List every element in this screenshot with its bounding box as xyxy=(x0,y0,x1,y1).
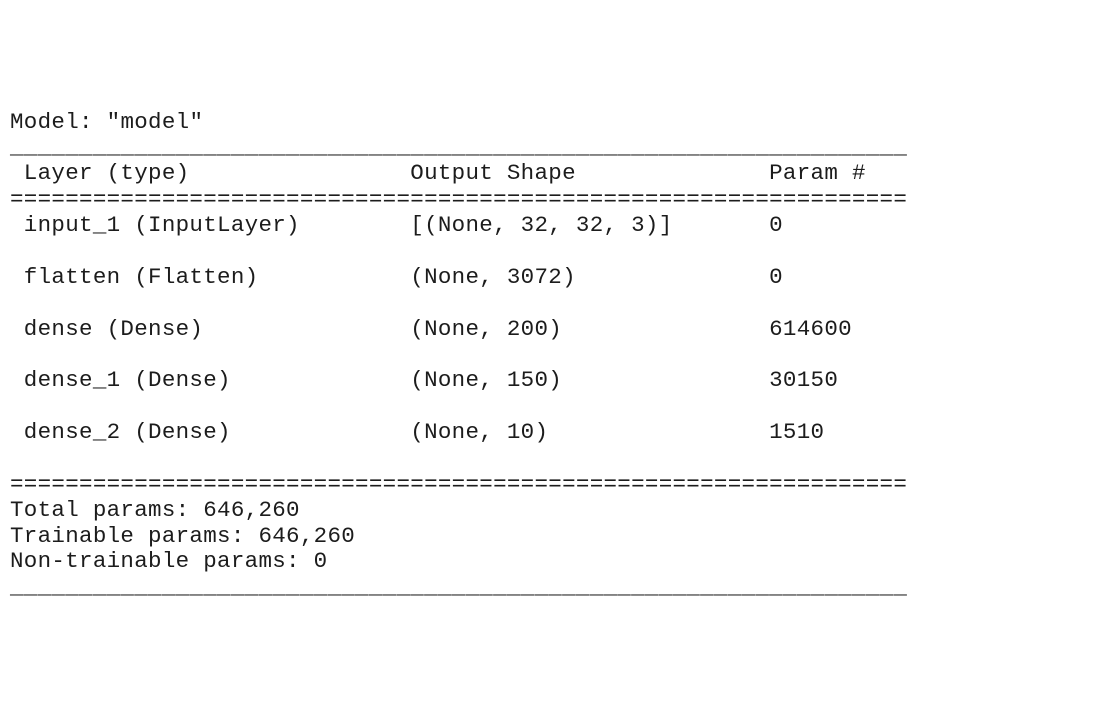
cell-layer: dense (Dense) xyxy=(10,316,410,342)
total-params-value: 646,260 xyxy=(203,497,300,523)
table-row: input_1 (InputLayer) [(None, 32, 32, 3)]… xyxy=(10,212,783,238)
model-name: model xyxy=(120,109,189,135)
cell-output-shape: (None, 3072) xyxy=(410,264,769,290)
sep-underscore-top: ________________________________________… xyxy=(10,134,907,160)
table-row: flatten (Flatten) (None, 3072) 0 xyxy=(10,264,783,290)
trainable-params-label: Trainable params: xyxy=(10,523,258,549)
sep-underscore-bottom: ________________________________________… xyxy=(10,574,907,600)
total-params-line: Total params: 646,260 xyxy=(10,497,300,523)
header-layer: Layer (type) xyxy=(10,160,410,186)
model-title-line: Model: "model" xyxy=(10,109,203,135)
cell-param-count: 614600 xyxy=(769,316,852,342)
non-trainable-params-value: 0 xyxy=(314,548,328,574)
cell-output-shape: [(None, 32, 32, 3)] xyxy=(410,212,769,238)
cell-param-count: 1510 xyxy=(769,419,824,445)
cell-output-shape: (None, 200) xyxy=(410,316,769,342)
model-label: Model: xyxy=(10,109,107,135)
cell-layer: dense_2 (Dense) xyxy=(10,419,410,445)
sep-equal-bottom: ========================================… xyxy=(10,471,907,497)
non-trainable-params-line: Non-trainable params: 0 xyxy=(10,548,327,574)
cell-param-count: 30150 xyxy=(769,367,838,393)
table-row: dense_1 (Dense) (None, 150) 30150 xyxy=(10,367,838,393)
table-row: dense_2 (Dense) (None, 10) 1510 xyxy=(10,419,824,445)
trainable-params-value: 646,260 xyxy=(258,523,355,549)
quote-open: " xyxy=(107,109,121,135)
cell-layer: input_1 (InputLayer) xyxy=(10,212,410,238)
header-output: Output Shape xyxy=(410,160,769,186)
quote-close: " xyxy=(189,109,203,135)
cell-output-shape: (None, 150) xyxy=(410,367,769,393)
cell-layer: flatten (Flatten) xyxy=(10,264,410,290)
non-trainable-params-label: Non-trainable params: xyxy=(10,548,314,574)
cell-output-shape: (None, 10) xyxy=(410,419,769,445)
cell-layer: dense_1 (Dense) xyxy=(10,367,410,393)
total-params-label: Total params: xyxy=(10,497,203,523)
header-param: Param # xyxy=(769,160,866,186)
sep-equal-top: ========================================… xyxy=(10,186,907,212)
cell-param-count: 0 xyxy=(769,212,783,238)
cell-param-count: 0 xyxy=(769,264,783,290)
table-row: dense (Dense) (None, 200) 614600 xyxy=(10,316,852,342)
trainable-params-line: Trainable params: 646,260 xyxy=(10,523,355,549)
header-row: Layer (type) Output Shape Param # xyxy=(10,160,866,186)
